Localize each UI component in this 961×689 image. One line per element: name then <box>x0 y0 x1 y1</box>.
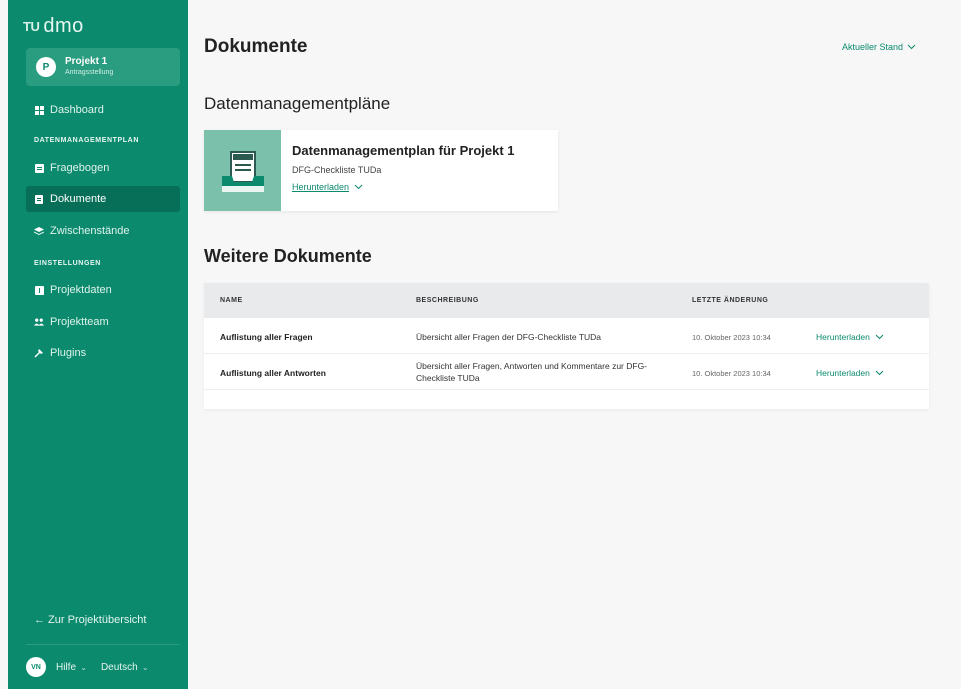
team-icon <box>34 317 44 327</box>
documents-table: NAME BESCHREIBUNG LETZTE ÄNDERUNG Auflis… <box>204 283 929 409</box>
sidebar: TU dmo P Projekt 1 Antragsstellung Dashb… <box>8 0 188 689</box>
download-label: Herunterladen <box>816 368 870 378</box>
row-description: Übersicht aller Fragen der DFG-Checklist… <box>416 332 602 342</box>
sidebar-item-label: Plugins <box>50 347 87 359</box>
sidebar-item-plugins[interactable]: Plugins <box>26 340 180 366</box>
logo-prefix: TU <box>23 19 40 34</box>
row-date: 10. Oktober 2023 10:34 <box>692 333 771 342</box>
help-menu[interactable]: Hilfe ⌄ <box>56 662 87 673</box>
sidebar-item-label: Projektdaten <box>50 284 112 296</box>
plugin-icon <box>34 348 44 358</box>
logo-name: dmo <box>43 15 84 37</box>
row-download-button[interactable]: Herunterladen <box>816 332 884 342</box>
column-header-description: BESCHREIBUNG <box>416 297 479 304</box>
sidebar-item-label: Fragebogen <box>50 162 110 174</box>
chevron-down-icon <box>875 334 884 340</box>
help-label: Hilfe <box>56 661 77 673</box>
language-menu[interactable]: Deutsch ⌄ <box>101 662 149 673</box>
document-icon <box>34 194 44 204</box>
download-label: Herunterladen <box>292 182 350 192</box>
dmp-download-button[interactable]: Herunterladen <box>292 182 515 192</box>
sidebar-divider <box>26 644 180 645</box>
dmp-subtitle: DFG-Checkliste TUDa <box>292 165 382 175</box>
dmp-title: Datenmanagementplan für Projekt 1 <box>292 143 515 158</box>
version-select-label: Aktueller Stand <box>842 42 904 52</box>
chevron-down-icon <box>354 184 363 190</box>
dmp-heading: Datenmanagementpläne <box>204 94 391 113</box>
sidebar-item-label: Projektteam <box>50 316 109 328</box>
user-avatar[interactable]: VN <box>26 657 46 677</box>
chevron-down-icon: ⌄ <box>78 662 87 672</box>
document-tray-icon <box>204 130 281 211</box>
app-logo[interactable]: TU dmo <box>23 14 84 36</box>
row-download-button[interactable]: Herunterladen <box>816 368 884 378</box>
project-switcher[interactable]: P Projekt 1 Antragsstellung <box>26 48 180 86</box>
row-name: Auflistung aller Antworten <box>220 368 326 378</box>
sidebar-item-label: Dashboard <box>50 104 104 116</box>
section-label-settings: EINSTELLUNGEN <box>34 260 101 267</box>
language-label: Deutsch <box>100 661 138 673</box>
project-name: Projekt 1 <box>65 56 108 67</box>
column-header-name: NAME <box>220 297 243 304</box>
row-description: Übersicht aller Fragen, Antworten und Ko… <box>416 361 648 383</box>
sidebar-footer: VN Hilfe ⌄ Deutsch ⌄ <box>26 656 180 678</box>
download-label: Herunterladen <box>816 332 870 342</box>
section-label-dmp: DATENMANAGEMENTPLAN <box>34 137 139 144</box>
page-title: Dokumente <box>204 36 308 57</box>
sidebar-item-dokumente[interactable]: Dokumente <box>26 186 180 212</box>
more-documents-heading: Weitere Dokumente <box>204 246 372 266</box>
back-to-overview-link[interactable]: ← Zur Projektübersicht <box>34 614 146 626</box>
sidebar-item-dashboard[interactable]: Dashboard <box>26 97 180 123</box>
table-row: Auflistung aller Antworten Übersicht all… <box>204 354 929 390</box>
table-row: Auflistung aller Fragen Übersicht aller … <box>204 318 929 354</box>
dmp-card: Datenmanagementplan für Projekt 1 DFG-Ch… <box>204 130 558 211</box>
chevron-down-icon: ⌄ <box>139 662 149 672</box>
sidebar-item-label: Zwischenstände <box>50 225 130 237</box>
project-data-icon <box>34 285 44 295</box>
row-name: Auflistung aller Fragen <box>220 332 313 342</box>
column-header-last-changed: LETZTE ÄNDERUNG <box>692 297 769 304</box>
sidebar-item-projektdaten[interactable]: Projektdaten <box>26 277 180 303</box>
table-header: NAME BESCHREIBUNG LETZTE ÄNDERUNG <box>204 283 929 318</box>
version-select[interactable]: Aktueller Stand <box>842 42 916 52</box>
row-date: 10. Oktober 2023 10:34 <box>692 369 771 378</box>
project-avatar: P <box>36 57 56 77</box>
sidebar-item-fragebogen[interactable]: Fragebogen <box>26 155 180 181</box>
chevron-down-icon <box>907 44 916 50</box>
questionnaire-icon <box>34 163 44 173</box>
dashboard-icon <box>34 105 44 115</box>
chevron-down-icon <box>875 370 884 376</box>
sidebar-item-zwischenstaende[interactable]: Zwischenstände <box>26 218 180 244</box>
project-status: Antragsstellung <box>65 69 114 76</box>
sidebar-item-projektteam[interactable]: Projektteam <box>26 309 180 335</box>
sidebar-item-label: Dokumente <box>50 193 107 205</box>
layers-icon <box>34 226 44 236</box>
